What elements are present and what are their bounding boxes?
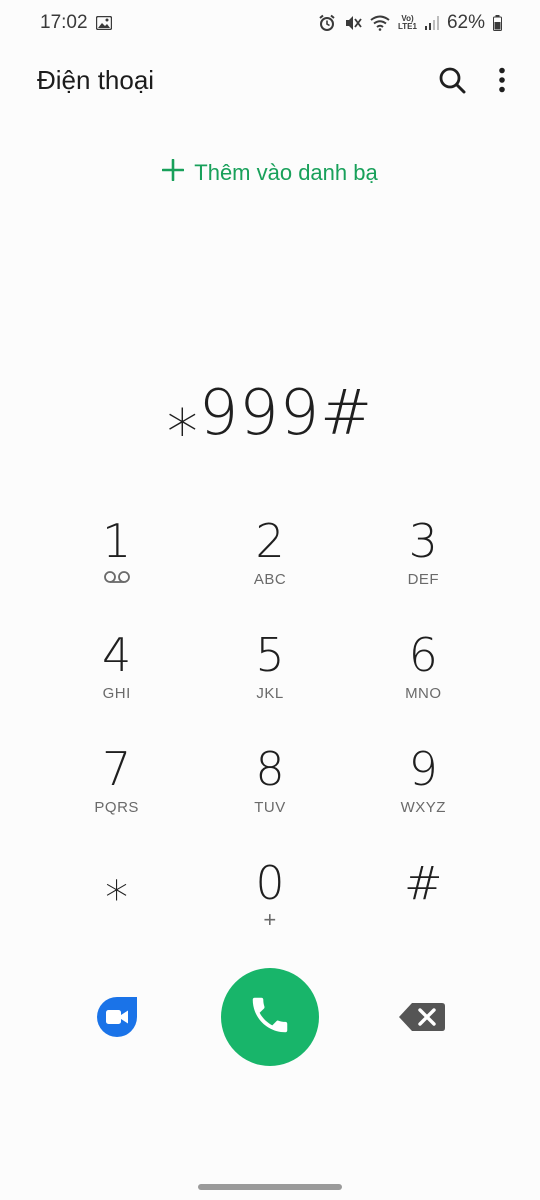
lte-label: LTE1 [398,22,417,31]
status-right: Vo) LTE1 62% [318,12,502,34]
gallery-icon [95,16,112,30]
app-bar: Điện thoại [0,56,540,104]
dialed-number[interactable]: ⁎999# [0,370,540,456]
voicemail-icon [103,570,131,590]
dialer-actions [0,966,540,1066]
key-3[interactable]: 3 DEF [347,510,500,624]
key-digit: 7 [102,742,132,796]
call-icon [247,992,293,1043]
add-to-contacts-label: Thêm vào danh bạ [194,160,378,185]
search-icon[interactable] [438,66,466,94]
key-digit: ⁎ [105,856,129,910]
plus-icon [161,158,185,187]
key-star[interactable]: ⁎ [40,852,193,966]
battery-percent: 62% [446,12,485,33]
key-digit: # [404,856,443,910]
call-button[interactable] [221,968,319,1066]
key-4[interactable]: 4 GHI [40,624,193,738]
key-0[interactable]: 0 + [193,852,346,966]
key-digit: 9 [408,742,438,796]
key-letters: WXYZ [400,799,446,816]
key-2[interactable]: 2 ABC [193,510,346,624]
key-9[interactable]: 9 WXYZ [347,738,500,852]
key-digit: 5 [255,628,285,682]
key-letters: JKL [256,685,284,702]
volte-icon: Vo) LTE1 [398,15,417,31]
page-title: Điện thoại [37,64,155,95]
alarm-icon [318,14,336,32]
battery-icon [493,15,502,31]
backspace-icon[interactable] [398,1002,446,1032]
key-digit: 3 [408,514,438,568]
key-7[interactable]: 7 PQRS [40,738,193,852]
mute-icon [344,14,362,32]
video-call-icon[interactable] [95,995,139,1039]
add-to-contacts-button[interactable]: Thêm vào danh bạ [0,152,540,194]
key-digit: 8 [255,742,285,796]
dial-keypad: 1 2 ABC 3 DEF 4 GHI 5 JKL 6 MNO 7 PQRS 8… [40,510,500,966]
key-digit: 4 [102,628,132,682]
home-indicator[interactable] [198,1184,342,1190]
key-letters: TUV [254,799,286,816]
more-vert-icon[interactable] [498,67,506,93]
key-1[interactable]: 1 [40,510,193,624]
status-left: 17:02 [40,12,112,34]
key-letters: + [263,907,277,932]
wifi-icon [370,15,390,31]
key-6[interactable]: 6 MNO [347,624,500,738]
key-digit: 2 [255,514,285,568]
key-digit: 1 [102,514,132,568]
key-digit: 6 [408,628,438,682]
key-8[interactable]: 8 TUV [193,738,346,852]
key-letters: DEF [407,571,440,588]
key-letters: ABC [253,571,287,588]
key-hash[interactable]: # [347,852,500,966]
key-5[interactable]: 5 JKL [193,624,346,738]
key-letters: MNO [405,685,442,702]
key-letters: GHI [102,685,131,702]
key-letters: PQRS [94,799,139,816]
app-actions [438,66,506,94]
status-bar: 17:02 Vo) LTE1 62% [0,0,540,46]
key-digit: 0 [255,856,285,910]
signal-icon [424,16,439,30]
status-time: 17:02 [40,12,88,33]
